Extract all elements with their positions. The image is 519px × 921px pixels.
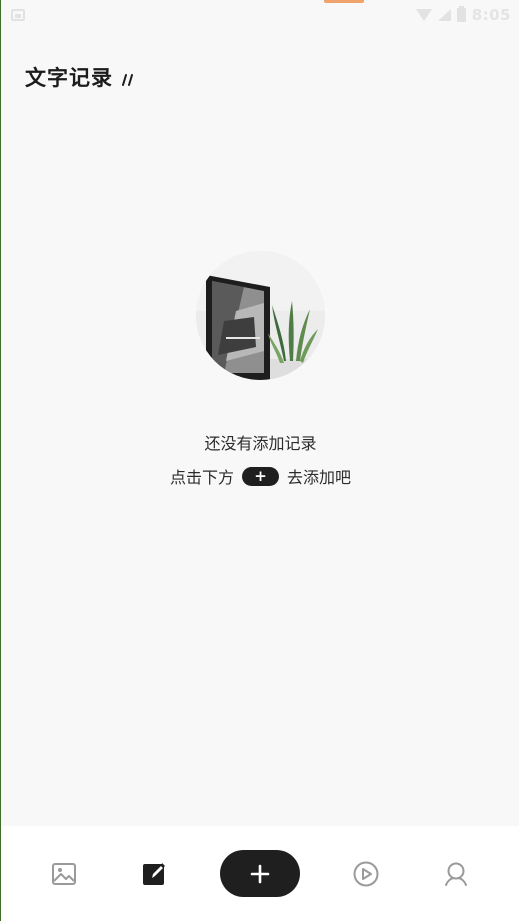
empty-state-photo xyxy=(196,251,325,380)
empty-hint-before: 点击下方 xyxy=(169,468,234,487)
status-right: 8:05 xyxy=(415,6,511,24)
wifi-icon xyxy=(415,9,432,21)
nav-video[interactable] xyxy=(342,850,390,898)
inline-plus-badge: + xyxy=(242,466,279,486)
user-icon xyxy=(445,862,467,886)
empty-state-illustration xyxy=(196,251,325,380)
nav-text[interactable] xyxy=(130,850,178,898)
status-left xyxy=(11,9,25,21)
bottom-nav xyxy=(1,826,519,921)
play-circle-icon xyxy=(353,861,379,886)
signal-icon xyxy=(437,9,451,21)
empty-hint-after: 去添加吧 xyxy=(287,468,352,487)
nav-profile[interactable] xyxy=(432,850,480,898)
empty-state-title: 还没有添加记录 xyxy=(204,434,317,453)
edit-note-icon xyxy=(143,862,165,885)
empty-state-hint: 点击下方 + 去添加吧 xyxy=(1,464,519,488)
title-accent-icon xyxy=(122,74,133,86)
notification-app-icon xyxy=(11,9,25,21)
page-title: 文字记录 xyxy=(25,62,135,92)
image-icon xyxy=(52,862,76,885)
page-title-text: 文字记录 xyxy=(25,66,113,90)
plus-icon xyxy=(250,864,270,883)
nav-gallery[interactable] xyxy=(40,850,88,898)
add-record-button[interactable] xyxy=(220,850,300,897)
status-time: 8:05 xyxy=(471,6,511,24)
screen: 8:05 文字记录 还没有添加记录 点击下方 + 去添加吧 xyxy=(0,0,519,921)
battery-icon xyxy=(456,6,466,22)
status-bar: 8:05 xyxy=(1,0,519,30)
